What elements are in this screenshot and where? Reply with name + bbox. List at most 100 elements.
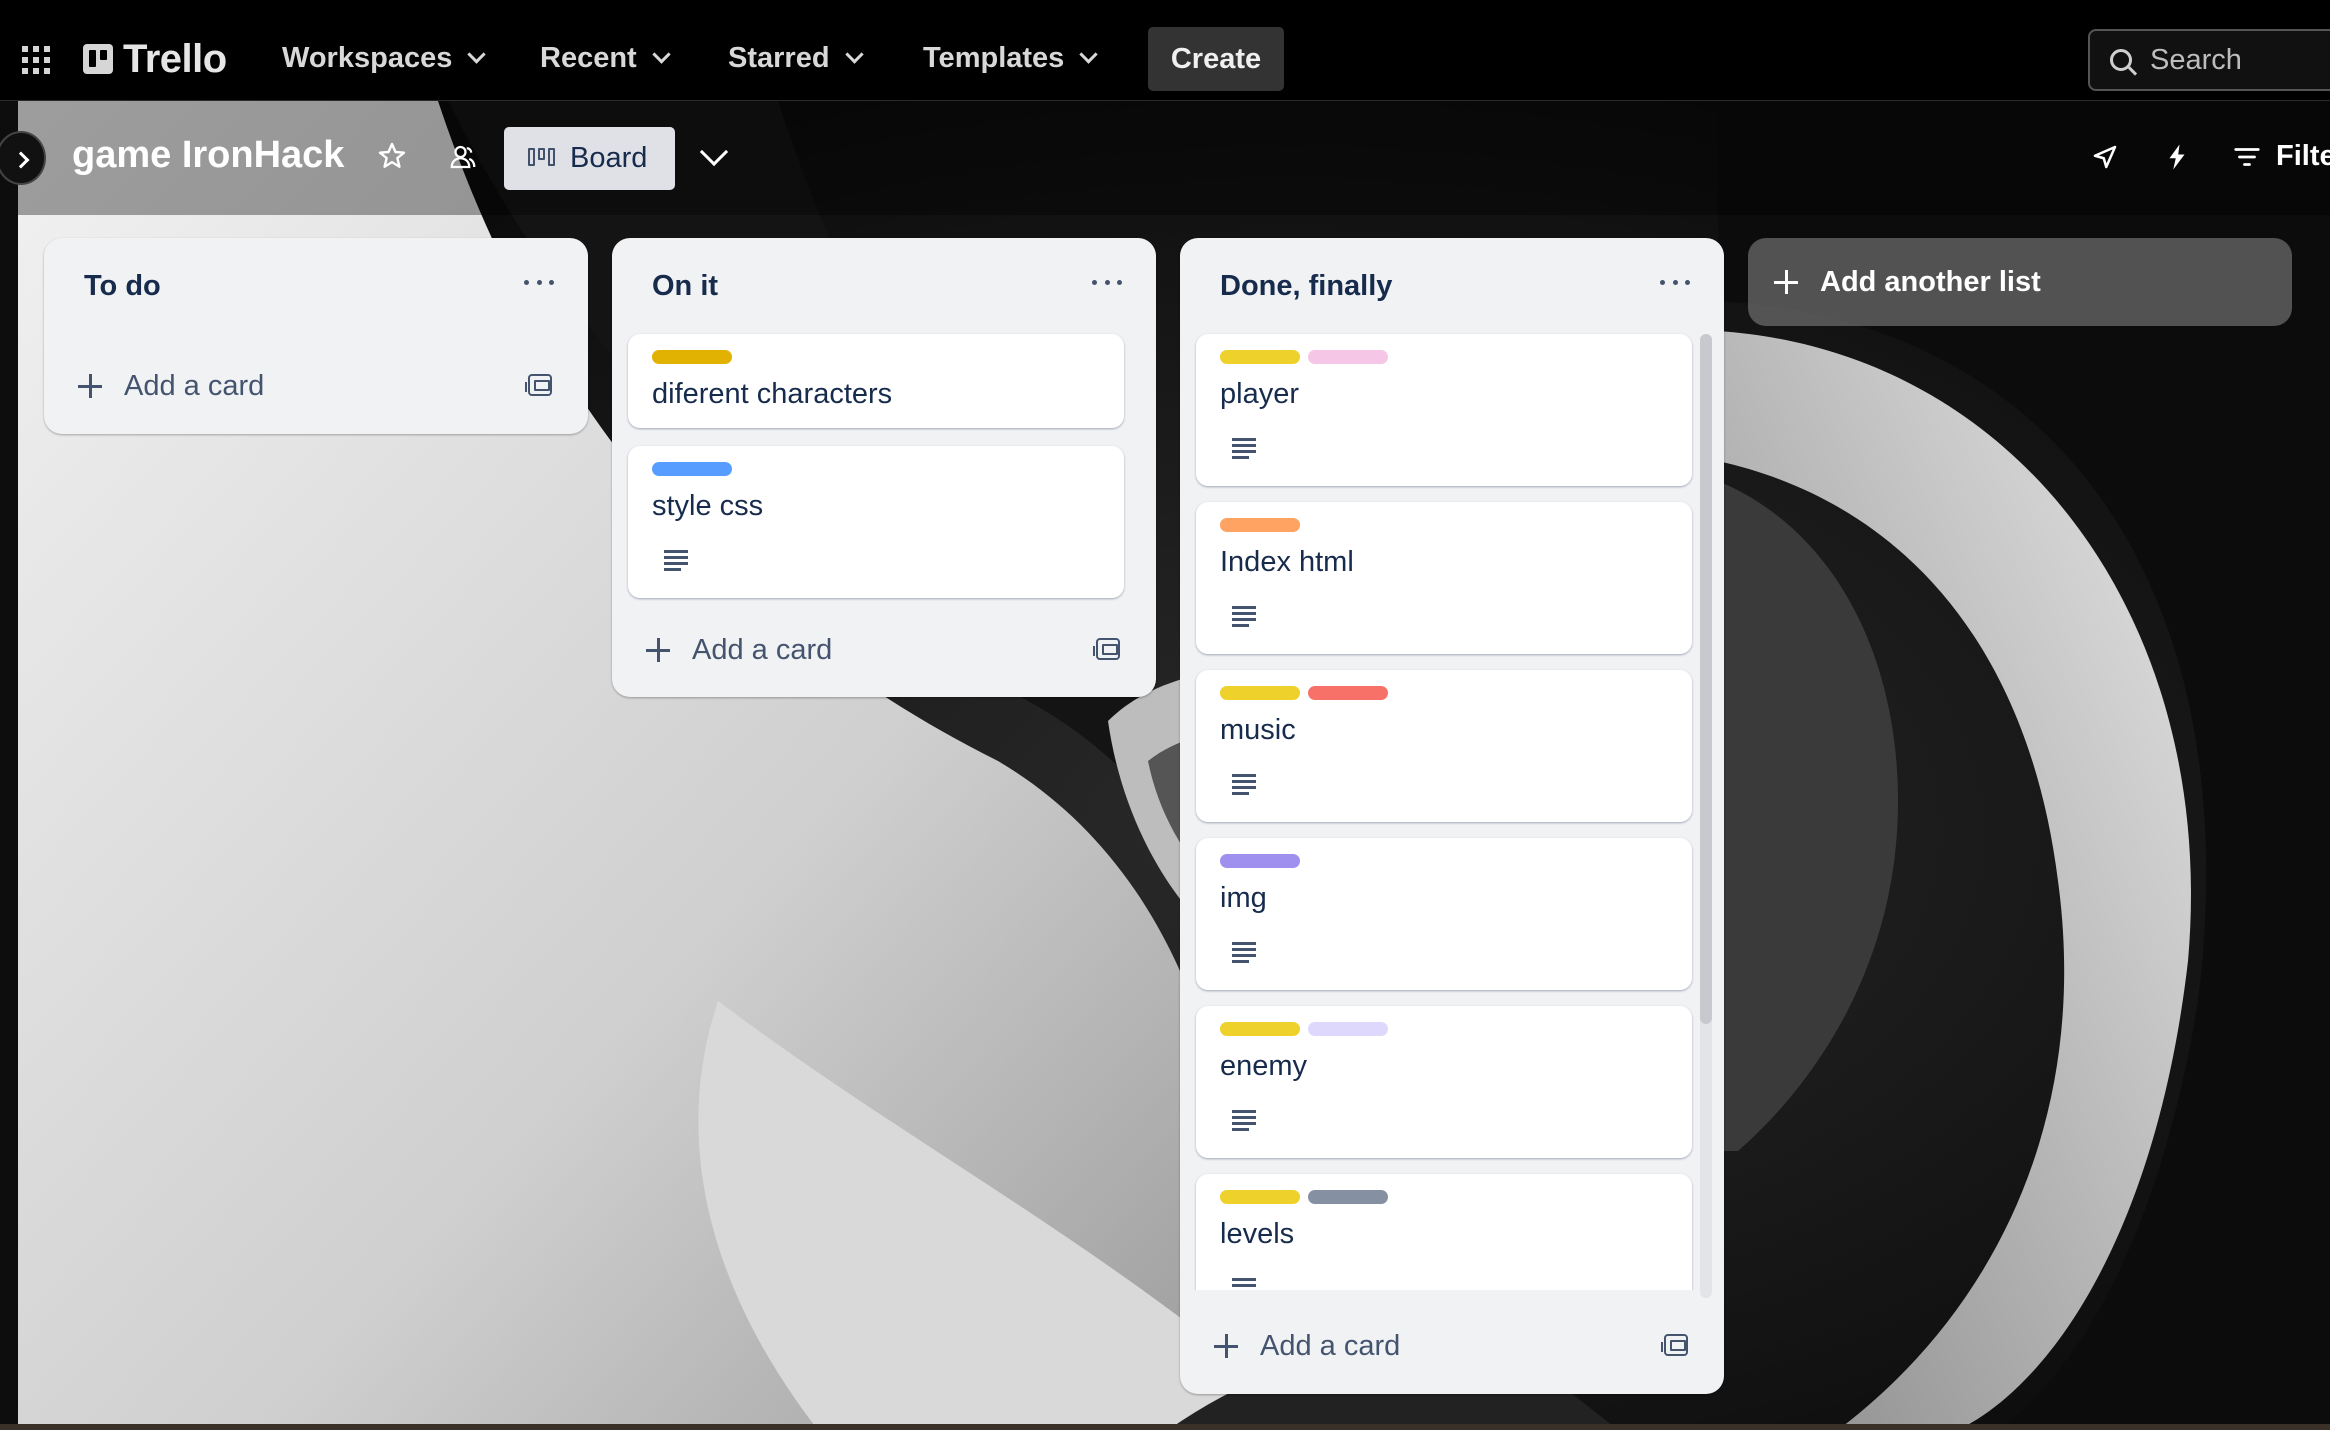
card-title: levels [1220,1218,1295,1250]
chevron-down-icon [467,44,487,64]
card[interactable]: enemy [1196,1006,1692,1158]
list-menu-icon[interactable] [1092,280,1122,288]
card-template-icon[interactable] [1661,1334,1688,1356]
card-label-yellow[interactable] [1220,686,1300,700]
card-label-yellow[interactable] [1220,1022,1300,1036]
card-template-icon[interactable] [1093,638,1120,660]
card-title: player [1220,378,1299,410]
card[interactable]: img [1196,838,1692,990]
description-icon [664,550,688,571]
list-menu-icon[interactable] [1660,280,1690,288]
add-card-button[interactable]: Add a card [78,366,264,406]
list-done-finally: Done, finally player Index html music im… [1180,238,1724,1394]
board-header [18,101,2330,215]
card-label-yellow[interactable] [1220,350,1300,364]
card-labels [1220,1022,1388,1036]
card-title: diferent characters [652,378,893,410]
card[interactable]: Index html [1196,502,1692,654]
list-on-it: On it diferent characters style css Add … [612,238,1156,697]
add-another-list-button[interactable]: Add another list [1748,238,2292,326]
list-title[interactable]: On it [652,270,718,303]
card-label-blue[interactable] [652,462,732,476]
card-labels [1220,854,1300,868]
add-card-label: Add a card [1260,1329,1401,1362]
chevron-down-icon [844,44,864,64]
nav-workspaces[interactable]: Workspaces [282,36,487,80]
card-title: img [1220,882,1267,914]
card[interactable]: player [1196,334,1692,486]
description-icon [1232,1278,1256,1290]
cards-container: player Index html music img enemy levels [1180,330,1724,1290]
card-label-gray[interactable] [1308,1190,1388,1204]
list-title[interactable]: To do [84,270,161,303]
board-view-label: Board [570,142,648,174]
window-bottom-edge [0,1424,2330,1430]
description-icon [1232,774,1256,795]
add-card-label: Add a card [692,633,833,666]
card-label-pink[interactable] [1308,350,1388,364]
nav-templates-label: Templates [923,41,1065,74]
card-labels [1220,1190,1388,1204]
nav-templates[interactable]: Templates [923,36,1098,80]
chevron-down-icon [652,44,671,64]
card[interactable]: levels [1196,1174,1692,1290]
card-title: style css [652,490,764,522]
search-icon [2110,49,2132,71]
app-switcher-icon[interactable] [22,46,50,74]
card-labels [652,350,732,364]
plus-icon [78,374,102,398]
description-icon [1232,438,1256,459]
card[interactable]: style css [628,446,1124,598]
logo-text: Trello [123,36,227,81]
description-icon [1232,606,1256,627]
list-title[interactable]: Done, finally [1220,270,1392,303]
filter-icon[interactable] [2232,142,2262,172]
card-title: enemy [1220,1050,1308,1082]
chevron-down-icon [1079,44,1098,64]
filter-label[interactable]: Filte [2276,140,2330,173]
card-label-purple[interactable] [1220,854,1300,868]
plus-icon [1774,270,1798,294]
add-card-button[interactable]: Add a card [1214,1326,1400,1366]
visibility-icon[interactable] [448,142,478,172]
description-icon [1232,1110,1256,1131]
top-navigation: Trello Workspaces Recent Starred Templat… [0,0,2330,101]
board-view-button[interactable]: Board [504,127,675,190]
trello-logo-icon [83,44,113,74]
trello-logo[interactable]: Trello [83,36,227,81]
card-labels [1220,518,1300,532]
star-icon[interactable] [376,140,408,172]
automation-icon[interactable] [2162,142,2192,172]
list-menu-icon[interactable] [524,280,554,288]
card-title: music [1220,714,1296,746]
board-icon [528,147,556,170]
card-labels [1220,686,1388,700]
plus-icon [646,638,670,662]
nav-recent[interactable]: Recent [540,36,671,80]
plus-icon [1214,1334,1238,1358]
card[interactable]: diferent characters [628,334,1124,428]
card-label-yellow[interactable] [1220,1190,1300,1204]
create-button[interactable]: Create [1148,27,1284,91]
card-label-orange[interactable] [1220,518,1300,532]
card-label-red[interactable] [1308,686,1388,700]
card-title: Index html [1220,546,1354,578]
board-title[interactable]: game IronHack [72,134,344,177]
power-ups-rocket-icon[interactable] [2090,142,2120,172]
search-placeholder: Search [2150,43,2242,76]
card-template-icon[interactable] [525,374,552,396]
card-labels [1220,350,1388,364]
nav-workspaces-label: Workspaces [282,41,453,74]
add-card-button[interactable]: Add a card [646,630,832,670]
card-label-yellow[interactable] [652,350,732,364]
scrollbar-thumb[interactable] [1700,334,1712,1024]
list-to-do: To do Add a card [44,238,588,434]
nav-starred[interactable]: Starred [728,36,864,80]
card-label-lavender[interactable] [1308,1022,1388,1036]
description-icon [1232,942,1256,963]
search-input[interactable]: Search [2088,29,2330,91]
list-scrollbar[interactable] [1700,334,1712,1298]
add-card-label: Add a card [124,369,265,402]
nav-starred-label: Starred [728,41,830,74]
card[interactable]: music [1196,670,1692,822]
